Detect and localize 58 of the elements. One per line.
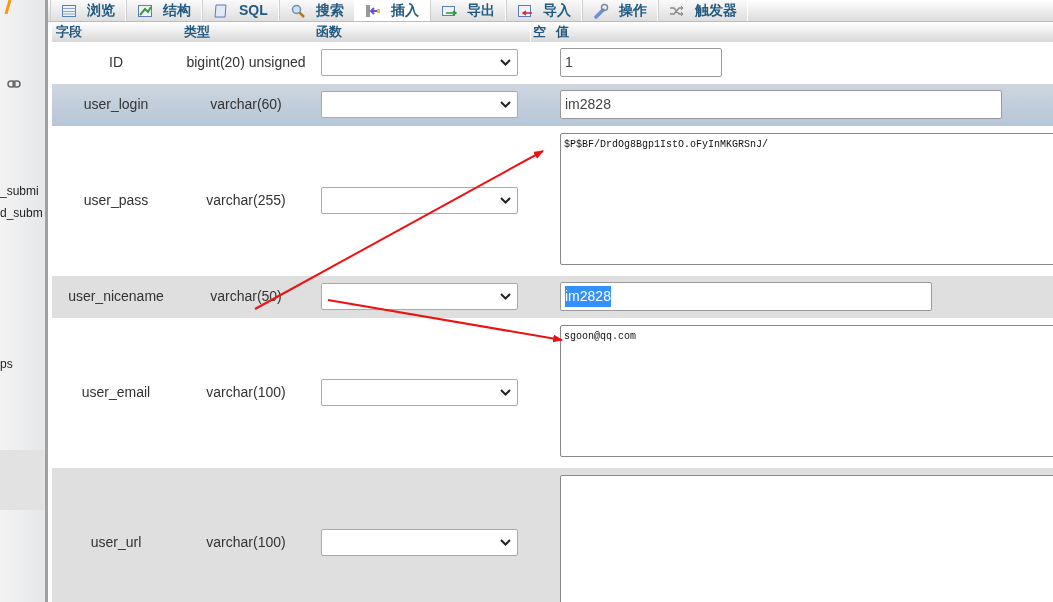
text-area[interactable]: $P$BF/DrdOg8Bgp1IstO.oFyInMKGRSnJ/ xyxy=(560,132,1053,265)
tab[interactable]: 操作 xyxy=(581,0,658,21)
function-select[interactable] xyxy=(321,187,518,214)
field-type: varchar(255) xyxy=(206,191,286,210)
import-icon xyxy=(516,2,533,19)
sidebar-highlight xyxy=(0,450,45,510)
link-icon xyxy=(7,80,21,88)
field-value: sgoon@qq.com xyxy=(564,330,636,342)
field-name: user_login xyxy=(83,95,149,114)
field-type: varchar(60) xyxy=(210,95,282,114)
text-field[interactable]: im2828 xyxy=(560,90,1002,119)
field-name: user_pass xyxy=(83,191,149,210)
tab[interactable]: 导入 xyxy=(505,0,582,21)
tab[interactable]: 触发器 xyxy=(657,0,748,21)
field-name: user_url xyxy=(90,533,142,552)
field-value: $P$BF/DrdOg8Bgp1IstO.oFyInMKGRSnJ/ xyxy=(564,138,769,150)
field-name: user_email xyxy=(81,383,151,402)
tab[interactable]: SQL xyxy=(202,0,279,21)
caret-icon xyxy=(500,101,511,108)
field-name: user_nicename xyxy=(68,287,164,306)
caret-icon xyxy=(500,389,511,396)
field-type: bigint(20) unsigned xyxy=(186,53,306,72)
text-area[interactable]: sgoon@qq.com xyxy=(560,324,1053,457)
field-type: varchar(100) xyxy=(206,533,286,552)
sidebar-item[interactable]: ps xyxy=(0,356,13,372)
sidebar-item[interactable]: d_subm xyxy=(0,205,43,221)
search-icon xyxy=(289,2,306,19)
text-field[interactable]: 1 xyxy=(560,48,722,77)
field-name: ID xyxy=(109,53,123,72)
function-select[interactable] xyxy=(321,49,518,76)
function-select[interactable] xyxy=(321,379,518,406)
insert-icon xyxy=(364,2,381,19)
field-type: varchar(50) xyxy=(210,287,282,306)
caret-icon xyxy=(500,59,511,66)
function-select[interactable] xyxy=(321,283,518,310)
caret-icon xyxy=(500,539,511,546)
tab[interactable]: 结构 xyxy=(126,0,202,21)
tab[interactable]: 插入 xyxy=(354,0,430,21)
field-value: im2828 xyxy=(565,286,611,307)
function-select[interactable] xyxy=(321,91,518,118)
sidebar-item[interactable]: _submi xyxy=(0,183,39,199)
caret-icon xyxy=(500,293,511,300)
column-header: 字段 xyxy=(55,23,83,41)
function-select[interactable] xyxy=(321,529,518,556)
structure-icon xyxy=(137,2,153,19)
wrench-icon xyxy=(592,2,609,19)
field-type: varchar(100) xyxy=(206,383,286,402)
column-header: 类型 xyxy=(183,23,211,41)
column-header: 空 xyxy=(530,22,553,42)
caret-icon xyxy=(500,197,511,204)
tab[interactable]: 浏览 xyxy=(50,0,126,21)
table-icon xyxy=(61,2,77,19)
logo-mark-icon xyxy=(4,0,12,14)
tab[interactable]: 搜索 xyxy=(278,0,355,21)
tab[interactable]: 导出 xyxy=(429,0,506,21)
column-header: 函数 xyxy=(315,23,343,41)
column-header: 值 xyxy=(554,23,569,41)
scroll-icon xyxy=(213,2,229,19)
